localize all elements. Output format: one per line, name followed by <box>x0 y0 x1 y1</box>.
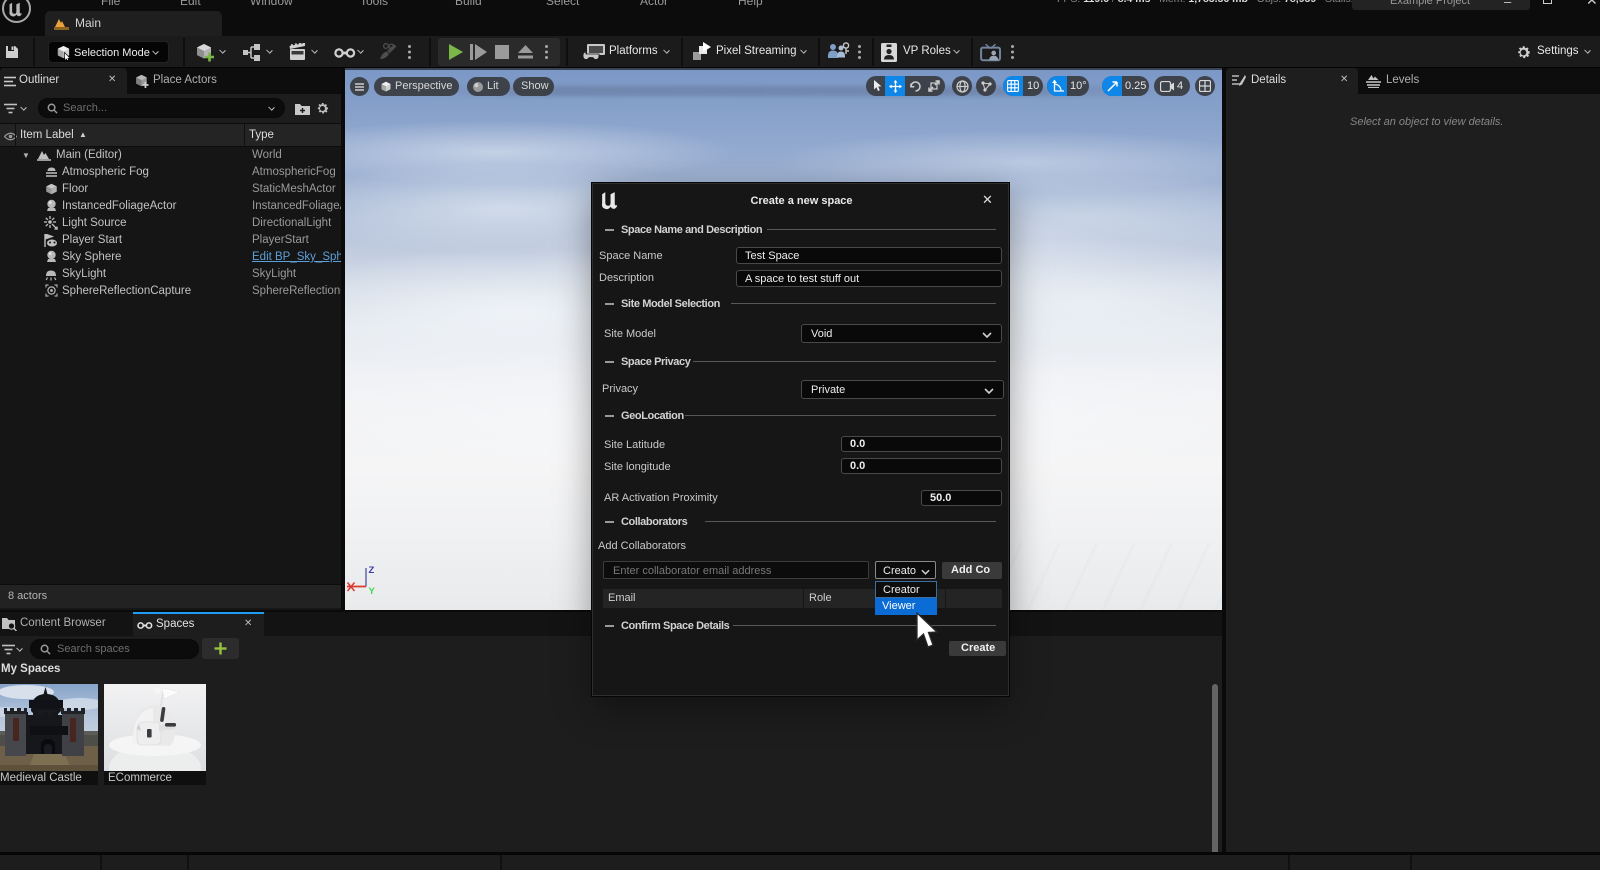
svg-text:Y: Y <box>369 586 376 597</box>
svg-text:Z: Z <box>369 565 375 576</box>
